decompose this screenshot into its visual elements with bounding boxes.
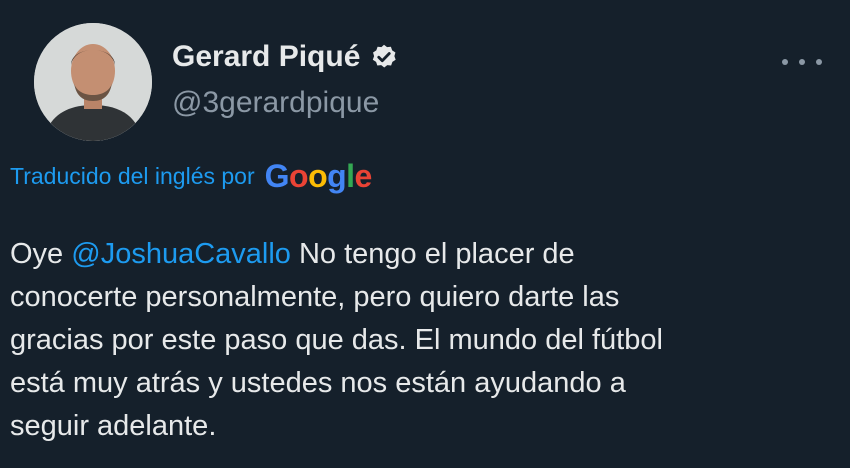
display-name-row[interactable]: Gerard Piqué (172, 40, 398, 74)
more-options-button[interactable] (782, 50, 822, 74)
avatar[interactable] (34, 23, 152, 141)
author-handle[interactable]: @3gerardpique (172, 86, 379, 120)
tweet-line: seguir adelante. (10, 410, 217, 442)
translation-attribution[interactable]: Traducido del inglés por Google (10, 160, 372, 192)
tweet-line: gracias por este paso que das. El mundo … (10, 324, 663, 356)
profile-photo (34, 23, 152, 141)
verified-badge-icon (370, 43, 398, 71)
mention-link[interactable]: @JoshuaCavallo (71, 238, 291, 270)
tweet-line: Oye @JoshuaCavallo No tengo el placer de (10, 238, 575, 270)
author-display-name[interactable]: Gerard Piqué (172, 40, 360, 74)
google-logo: Google (264, 158, 373, 194)
tweet-card: Gerard Piqué @3gerardpique Traducido del… (0, 0, 850, 468)
more-options-icon-dot (799, 59, 805, 65)
tweet-line: conocerte personalmente, pero quiero dar… (10, 281, 620, 313)
tweet-line: está muy atrás y ustedes nos están ayuda… (10, 367, 626, 399)
more-options-icon (782, 59, 788, 65)
tweet-text: Oye @JoshuaCavallo No tengo el placer de… (10, 233, 840, 448)
more-options-icon-dot (816, 59, 822, 65)
translation-label[interactable]: Traducido del inglés por (10, 163, 255, 190)
